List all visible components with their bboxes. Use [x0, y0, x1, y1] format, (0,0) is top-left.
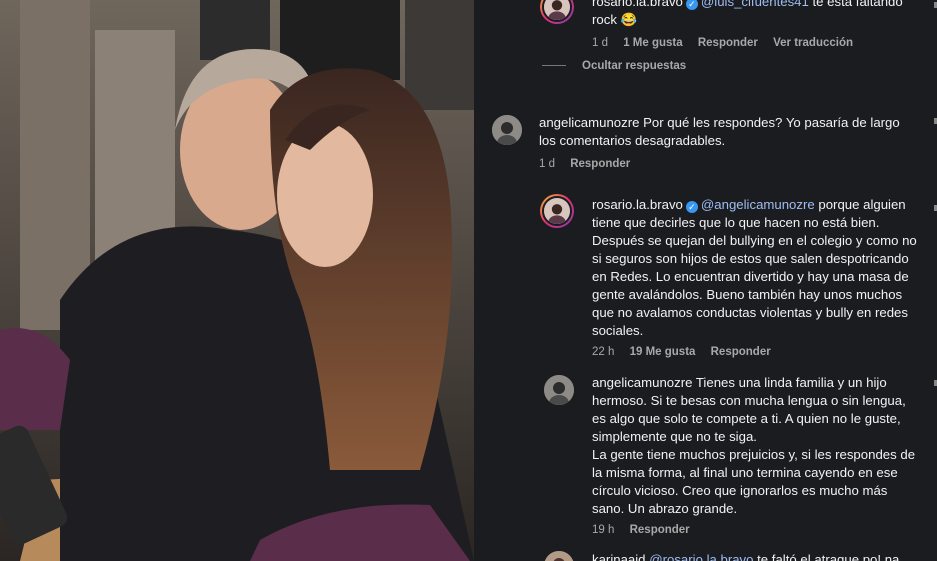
post-photo [0, 0, 474, 561]
comment-meta: 22 h 19 Me gusta Responder [592, 346, 783, 358]
comment-time: 19 h [592, 524, 615, 536]
comment-time: 1 d [539, 158, 555, 170]
avatar[interactable] [540, 194, 574, 228]
reply-button[interactable]: Responder [698, 37, 758, 49]
verified-badge-icon: ✓ [685, 0, 698, 10]
comment-meta: 1 d Responder [539, 158, 642, 170]
avatar[interactable] [540, 0, 574, 24]
avatar[interactable] [490, 113, 524, 147]
comment-body: porque alguien tiene que decirles que lo… [592, 197, 917, 338]
comment-likes[interactable]: 19 Me gusta [630, 346, 696, 358]
comment-username[interactable]: karinaaid [592, 552, 646, 561]
comment-likes[interactable]: 1 Me gusta [623, 37, 682, 49]
verified-badge-icon: ✓ [685, 201, 698, 213]
comment-username[interactable]: rosario.la.bravo [592, 197, 683, 212]
comment-username[interactable]: rosario.la.bravo [592, 0, 683, 9]
comment-body: te faltó el atraque po! na [753, 552, 900, 561]
avatar[interactable] [542, 549, 576, 561]
reply-button[interactable]: Responder [711, 346, 771, 358]
comment-mention[interactable]: @luis_cifuentes41 [701, 0, 809, 9]
comment-text: angelicamunozre Tienes una linda familia… [592, 374, 922, 518]
avatar[interactable] [542, 373, 576, 407]
comment-username[interactable]: angelicamunozre [592, 375, 692, 390]
reply-button[interactable]: Responder [630, 524, 690, 536]
reply-button[interactable]: Responder [570, 158, 630, 170]
hide-replies-label: Ocultar respuestas [582, 60, 687, 72]
comment-text: rosario.la.bravo ✓ @angelicamunozre porque… [592, 196, 922, 340]
comment-meta: 19 h Responder [592, 524, 702, 536]
screen: rosario.la.bravo ✓ @luis_cifuentes41 te es… [0, 0, 937, 561]
comment-time: 1 d [592, 37, 608, 49]
comment-body: Tienes una linda familia y un hijo hermo… [592, 375, 916, 516]
comment-mention[interactable]: @rosario.la.bravo [649, 552, 753, 561]
translate-button[interactable]: Ver traducción [773, 37, 853, 49]
comments-panel: rosario.la.bravo ✓ @luis_cifuentes41 te es… [474, 0, 937, 561]
comment-text: angelicamunozre Por qué les respondes? Y… [539, 114, 919, 150]
comment-time: 22 h [592, 346, 615, 358]
comment-meta: 1 d 1 Me gusta Responder Ver traducción [592, 37, 865, 49]
comment-text: rosario.la.bravo ✓ @luis_cifuentes41 te es… [592, 0, 922, 29]
divider-line [542, 65, 566, 67]
comment-text: karinaaid @rosario.la.bravo te faltó el … [592, 551, 937, 561]
comment-mention[interactable]: @angelicamunozre [701, 197, 815, 212]
hide-replies-button[interactable]: Ocultar respuestas [542, 60, 686, 72]
comment-username[interactable]: angelicamunozre [539, 115, 639, 130]
